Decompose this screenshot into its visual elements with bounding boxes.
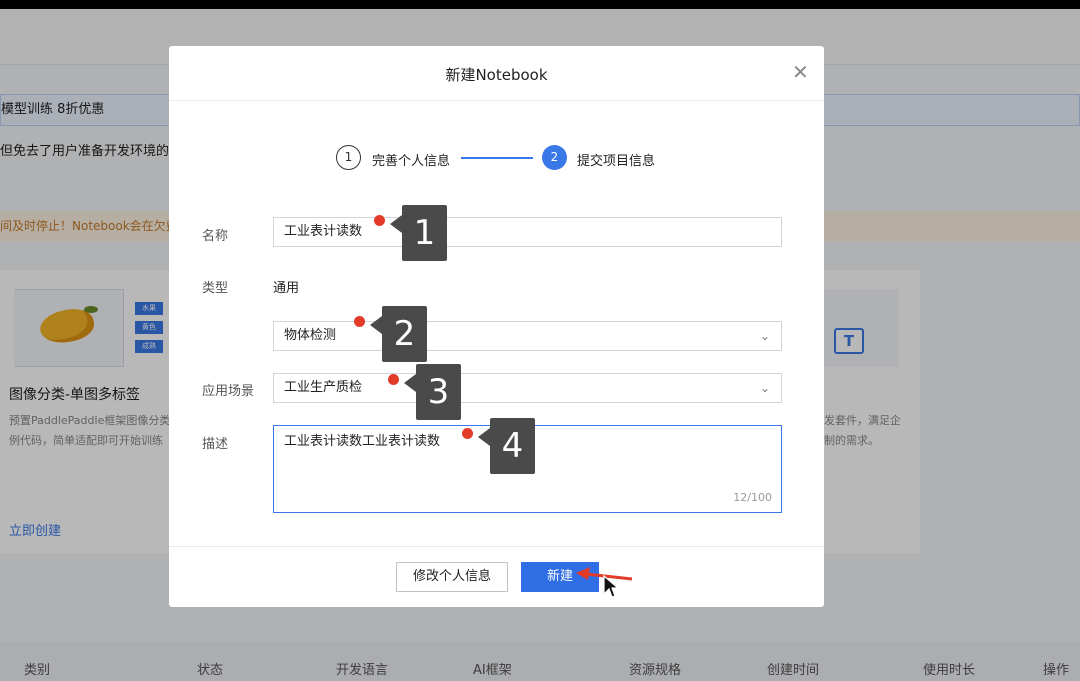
annotation-dot <box>374 215 385 226</box>
step-2-label: 提交项目信息 <box>577 154 656 169</box>
chevron-down-icon: ⌄ <box>759 381 770 395</box>
step-connector <box>461 157 533 159</box>
step-marker-2: 2 <box>370 306 427 362</box>
name-input[interactable]: 工业表计读数 <box>273 217 782 247</box>
new-notebook-dialog: 新建Notebook ✕ 1 完善个人信息 2 提交项目信息 名称 工业表计读数… <box>169 46 824 607</box>
character-counter: 12/100 <box>733 491 772 504</box>
dialog-header: 新建Notebook ✕ <box>169 46 824 101</box>
close-icon[interactable]: ✕ <box>792 60 809 84</box>
scene-select-value: 工业生产质检 <box>284 380 363 395</box>
annotation-dot <box>462 428 473 439</box>
mouse-cursor-icon <box>603 574 620 598</box>
step-1-label: 完善个人信息 <box>372 154 451 169</box>
type-value: 通用 <box>273 281 300 296</box>
edit-profile-button[interactable]: 修改个人信息 <box>396 562 508 592</box>
description-value: 工业表计读数工业表计读数 <box>284 434 441 449</box>
step-marker-4: 4 <box>478 418 535 474</box>
arrow-head <box>576 567 590 580</box>
chevron-down-icon: ⌄ <box>759 329 770 343</box>
step-1-indicator: 1 <box>336 145 361 170</box>
scene-select[interactable]: 工业生产质检 ⌄ <box>273 373 782 403</box>
step-marker-1: 1 <box>390 205 447 261</box>
dialog-title: 新建Notebook <box>445 66 548 84</box>
annotation-dot <box>388 374 399 385</box>
subtype-select[interactable]: 物体检测 ⌄ <box>273 321 782 351</box>
type-label: 类型 <box>202 281 229 296</box>
step-marker-3: 3 <box>404 364 461 420</box>
step-2-indicator: 2 <box>542 145 567 170</box>
annotation-arrow <box>576 567 633 581</box>
top-black-bar <box>0 0 1080 9</box>
subtype-select-value: 物体检测 <box>284 328 337 343</box>
annotation-dot <box>354 316 365 327</box>
name-label: 名称 <box>202 229 229 244</box>
scene-label: 应用场景 <box>202 384 255 399</box>
description-label: 描述 <box>202 437 229 452</box>
